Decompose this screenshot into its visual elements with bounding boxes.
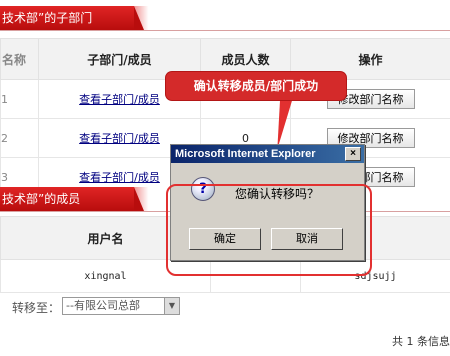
- row-index: 1: [0, 79, 39, 119]
- row-index: 2: [0, 118, 39, 158]
- view-subdept-link[interactable]: 查看子部门/成员: [79, 93, 160, 106]
- dialog-titlebar: Microsoft Internet Explorer ×: [171, 145, 364, 163]
- transfer-label: 转移至：: [12, 301, 61, 315]
- dialog-highlight-ring: [166, 184, 372, 276]
- view-subdept-link[interactable]: 查看子部门/成员: [79, 132, 160, 145]
- subdept-section-title: 技术部”的子部门: [0, 6, 144, 30]
- transfer-target-select[interactable]: --有限公司总部 ▼: [62, 297, 180, 315]
- dropdown-arrow-icon[interactable]: ▼: [164, 298, 179, 314]
- dialog-title: Microsoft Internet Explorer: [175, 148, 316, 160]
- success-callout: 确认转移成员/部门成功: [166, 72, 346, 100]
- view-subdept-link[interactable]: 查看子部门/成员: [79, 171, 160, 184]
- close-icon[interactable]: ×: [345, 147, 361, 161]
- pager-info: 共 1 条信息: [392, 335, 450, 348]
- transfer-selected-value: --有限公司总部: [66, 299, 140, 312]
- subdept-section-header: 技术部”的子部门: [0, 6, 450, 31]
- col-header-name: 名称: [0, 38, 39, 80]
- transfer-bar: 转移至： --有限公司总部 ▼: [0, 292, 450, 321]
- members-section-title: 技术部”的成员: [0, 187, 144, 211]
